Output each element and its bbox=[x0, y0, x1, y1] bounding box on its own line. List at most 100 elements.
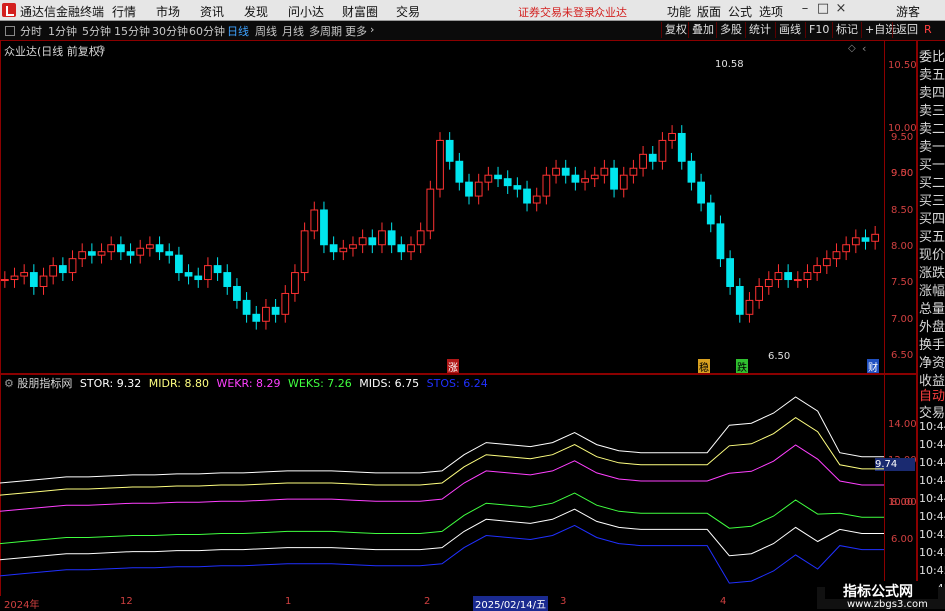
candle-body bbox=[10, 275, 19, 281]
price-label: 7.00 bbox=[891, 314, 914, 325]
period-fenshi[interactable]: 分时 bbox=[20, 23, 42, 39]
btn-biaoji[interactable]: 标记 bbox=[832, 22, 861, 38]
price-label: 8.50 bbox=[891, 205, 914, 216]
candle-body bbox=[571, 174, 580, 183]
candle-body bbox=[639, 153, 647, 169]
quote-item: 涨幅 bbox=[919, 284, 945, 299]
candle-body bbox=[175, 254, 183, 274]
indicator-y-label: 14.00 bbox=[888, 419, 917, 430]
btn-duogu[interactable]: 多股 bbox=[716, 22, 745, 38]
price-label: 9.00 bbox=[891, 168, 914, 179]
candle-body bbox=[262, 306, 270, 322]
candle-body bbox=[648, 153, 657, 162]
candle-body bbox=[126, 251, 135, 256]
candle-body bbox=[842, 244, 851, 253]
candle-body bbox=[213, 265, 222, 274]
trade-label[interactable]: 交易 bbox=[919, 402, 945, 421]
marker-zhang[interactable]: 涨 bbox=[447, 359, 459, 374]
candle-body bbox=[407, 244, 415, 253]
side-panel-divider bbox=[916, 40, 917, 609]
close-icon[interactable]: × bbox=[834, 2, 848, 16]
current-stock: 众业达 bbox=[594, 6, 627, 19]
candle-body bbox=[581, 178, 589, 183]
app-logo-icon bbox=[2, 3, 16, 17]
period-monthly[interactable]: 月线 bbox=[282, 23, 304, 39]
candle-body bbox=[697, 181, 705, 204]
candle-body bbox=[532, 195, 541, 204]
period-1min[interactable]: 1分钟 bbox=[48, 23, 77, 39]
candle-body bbox=[204, 265, 212, 281]
btn-back[interactable]: 返回 bbox=[892, 22, 921, 38]
indicator-y-label: 8.00 bbox=[891, 497, 914, 508]
candlestick-chart[interactable] bbox=[0, 40, 884, 373]
candle-body bbox=[668, 132, 676, 141]
tick-time: 10:44 bbox=[919, 492, 945, 505]
menu-gongneng[interactable]: 功能 bbox=[667, 3, 691, 20]
high-price-label: 10.58 bbox=[715, 59, 744, 70]
candle-body bbox=[687, 160, 696, 183]
tick-time: 10:45 bbox=[919, 564, 945, 577]
btn-f10[interactable]: F10 bbox=[805, 22, 832, 38]
menu-gongshi[interactable]: 公式 bbox=[728, 3, 752, 20]
app-title: 通达信金融终端 bbox=[20, 5, 105, 19]
expand-icon[interactable] bbox=[5, 26, 15, 36]
menu-faxian[interactable]: 发现 bbox=[244, 3, 268, 20]
candle-body bbox=[310, 209, 319, 232]
period-60min[interactable]: 60分钟 bbox=[189, 23, 225, 39]
period-weekly[interactable]: 周线 bbox=[255, 23, 277, 39]
period-15min[interactable]: 15分钟 bbox=[114, 23, 150, 39]
indicator-line bbox=[0, 444, 884, 512]
candle-body bbox=[368, 237, 377, 246]
btn-huaxian[interactable]: 画线 bbox=[775, 22, 804, 38]
candle-body bbox=[735, 285, 744, 315]
quote-item: 净资 bbox=[919, 356, 945, 371]
candle-body bbox=[223, 272, 232, 287]
panel-r-label[interactable]: R bbox=[924, 23, 932, 36]
menu-banmian[interactable]: 版面 bbox=[697, 3, 721, 20]
candle-body bbox=[523, 188, 531, 204]
period-more[interactable]: 更多 bbox=[345, 23, 367, 39]
x-label: 4 bbox=[720, 596, 727, 607]
candle-body bbox=[78, 251, 87, 260]
candle-body bbox=[68, 258, 77, 274]
quote-item: 委比 bbox=[919, 50, 945, 65]
candle-body bbox=[552, 167, 560, 176]
candle-body bbox=[590, 174, 599, 180]
candle-body bbox=[194, 275, 203, 281]
btn-diejia[interactable]: 叠加 bbox=[688, 22, 717, 38]
menu-jiaoyi[interactable]: 交易 bbox=[396, 3, 420, 20]
price-label: 7.50 bbox=[891, 277, 914, 288]
candle-body bbox=[465, 181, 473, 197]
indicator-axis-line bbox=[884, 374, 885, 595]
quote-item: 涨跌 bbox=[919, 266, 945, 281]
menu-shichang[interactable]: 市场 bbox=[156, 3, 180, 20]
maximize-icon[interactable]: □ bbox=[816, 2, 830, 16]
guest-label[interactable]: 游客 bbox=[896, 3, 920, 20]
marker-die[interactable]: 跌 bbox=[736, 359, 748, 374]
menu-caifuquan[interactable]: 财富圈 bbox=[342, 3, 378, 20]
period-multi[interactable]: 多周期 bbox=[309, 23, 342, 39]
marker-wen[interactable]: 稳 bbox=[698, 359, 710, 374]
chevron-right-icon[interactable]: › bbox=[370, 23, 374, 36]
candle-body bbox=[764, 279, 773, 287]
login-notice[interactable]: 证券交易未登录 bbox=[518, 4, 595, 20]
minimize-icon[interactable]: – bbox=[798, 2, 812, 16]
tick-time: 10:45 bbox=[919, 546, 945, 559]
candle-body bbox=[20, 272, 29, 277]
btn-tongji[interactable]: 统计 bbox=[745, 22, 774, 38]
candle-body bbox=[349, 244, 357, 249]
btn-fuquan[interactable]: 复权 bbox=[661, 22, 690, 38]
candle-body bbox=[184, 272, 193, 277]
menu-zixun[interactable]: 资讯 bbox=[200, 3, 224, 20]
period-daily[interactable]: 日线 bbox=[227, 23, 249, 39]
quote-item: 卖五 bbox=[919, 68, 945, 83]
menu-wenxiaoda[interactable]: 问小达 bbox=[288, 3, 324, 20]
price-label: 6.50 bbox=[891, 350, 914, 361]
indicator-lines[interactable] bbox=[0, 373, 884, 595]
marker-cai[interactable]: 财 bbox=[867, 359, 879, 374]
period-5min[interactable]: 5分钟 bbox=[82, 23, 111, 39]
period-30min[interactable]: 30分钟 bbox=[152, 23, 188, 39]
menu-hangqing[interactable]: 行情 bbox=[112, 3, 136, 20]
candle-body bbox=[822, 258, 831, 267]
menu-xuanxiang[interactable]: 选项 bbox=[759, 3, 783, 20]
